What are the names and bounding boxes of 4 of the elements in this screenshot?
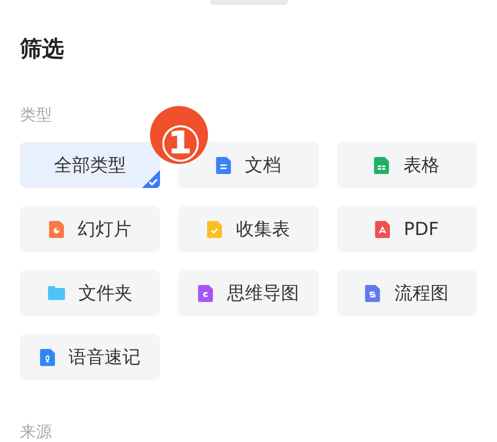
section-heading: 来源 [20,422,53,442]
section-heading: 类型 [20,105,53,125]
sheet-title: 筛选 [20,36,65,64]
annotation-overlay: ① [150,106,208,164]
